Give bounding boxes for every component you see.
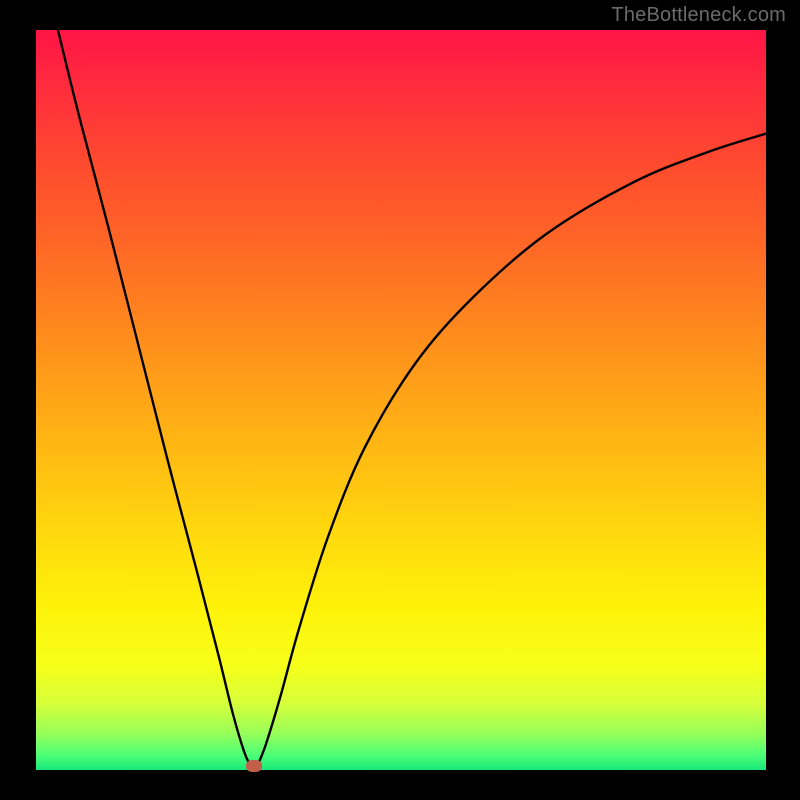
bottleneck-curve-left	[58, 30, 251, 766]
curve-svg	[36, 30, 766, 770]
plot-area	[36, 30, 766, 770]
chart-frame: TheBottleneck.com	[0, 0, 800, 800]
bottleneck-curve-right	[257, 134, 766, 767]
watermark-text: TheBottleneck.com	[611, 4, 786, 27]
optimal-point-marker	[246, 760, 262, 772]
